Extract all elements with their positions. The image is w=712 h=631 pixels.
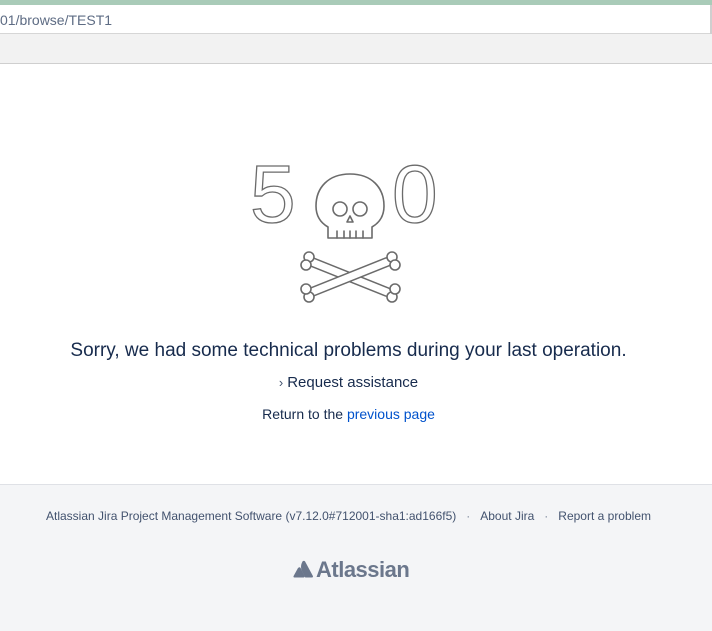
footer-separator: · [466, 509, 471, 523]
footer-links: Atlassian Jira Project Management Softwa… [0, 509, 697, 523]
error-page-content: 5 0 Sorry, we had some technical problem… [0, 64, 712, 484]
error-message: Sorry, we had some technical problems du… [70, 340, 627, 361]
url-text[interactable]: 01/browse/TEST1 [0, 12, 112, 28]
atlassian-logo[interactable]: Atlassian [292, 557, 410, 583]
skull-crossbones-icon [300, 173, 401, 303]
footer-separator: · [544, 509, 549, 523]
request-assistance-link[interactable]: Request assistance [287, 374, 418, 391]
address-bar[interactable]: 01/browse/TEST1 [0, 5, 712, 34]
report-problem-link[interactable]: Report a problem [558, 509, 651, 523]
browser-toolbar [0, 34, 712, 64]
chevron-right-icon: › [278, 375, 284, 390]
error-500-graphic: 5 0 [249, 154, 438, 303]
error-code-digit-5: 5 [250, 154, 296, 240]
page-footer: Atlassian Jira Project Management Softwa… [0, 484, 712, 631]
software-version-link[interactable]: Atlassian Jira Project Management Softwa… [46, 509, 456, 523]
about-jira-link[interactable]: About Jira [480, 509, 534, 523]
error-code-digit-0: 0 [392, 154, 438, 240]
request-assistance-row: › Request assistance [0, 374, 697, 391]
atlassian-logo-icon [293, 560, 313, 578]
return-prefix-text: Return to the [262, 406, 344, 422]
previous-page-link[interactable]: previous page [347, 406, 435, 422]
return-row: Return to the previous page [0, 406, 697, 422]
atlassian-brand-text: Atlassian [316, 557, 410, 582]
